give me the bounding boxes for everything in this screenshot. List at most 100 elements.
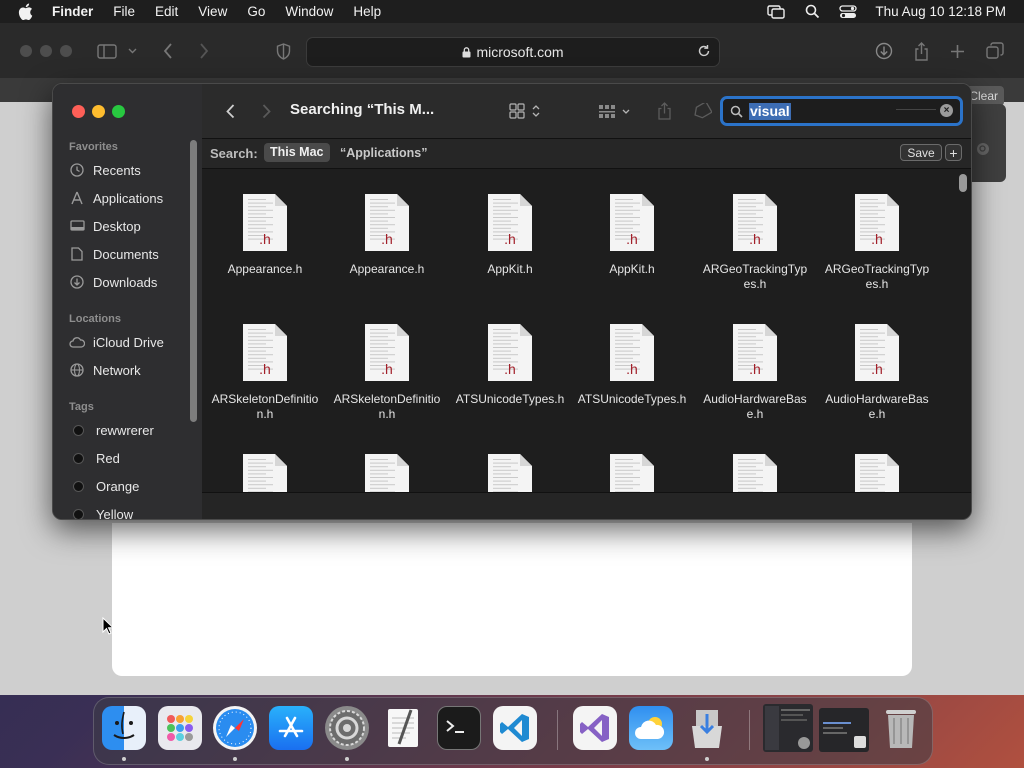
menubar-clock[interactable]: Thu Aug 10 12:18 PM (875, 4, 1006, 19)
results-scrollbar[interactable] (959, 174, 967, 192)
dock-terminal-icon[interactable] (437, 706, 481, 750)
sidebar-tag-rewwrerer[interactable]: rewwrerer (69, 418, 154, 442)
menu-help[interactable]: Help (353, 4, 381, 19)
running-indicator (705, 757, 709, 761)
file-item[interactable]: .h ATSUnicodeTypes.h (577, 323, 687, 407)
dock-finder-icon[interactable] (102, 706, 146, 750)
screen-mirroring-icon[interactable] (767, 4, 786, 19)
add-criteria-button[interactable]: + (945, 144, 962, 161)
minimize-window-button[interactable] (40, 45, 52, 57)
sidebar-item-label: Recents (93, 162, 141, 178)
menu-view[interactable]: View (198, 4, 227, 19)
apple-menu-icon[interactable] (18, 3, 36, 20)
close-window-button[interactable] (20, 45, 32, 57)
clear-search-icon[interactable]: × (940, 104, 953, 117)
menu-file[interactable]: File (113, 4, 135, 19)
sidebar-item-recents[interactable]: Recents (69, 158, 141, 182)
dock-minimized-window-icon[interactable] (819, 708, 869, 752)
dock-weather-icon[interactable] (629, 706, 673, 750)
close-button[interactable] (72, 105, 85, 118)
downloads-icon[interactable] (873, 40, 895, 62)
tag-color-dot (73, 480, 84, 492)
sidebar-toggle-icon[interactable] (96, 40, 118, 62)
share-icon[interactable] (910, 40, 932, 62)
file-item[interactable]: .h Appearance.h (332, 193, 442, 277)
address-bar-url: microsoft.com (476, 44, 564, 60)
file-item[interactable]: .h AudioHardwareBase.h (700, 323, 810, 422)
sidebar-item-applications[interactable]: Applications (69, 186, 163, 210)
share-icon[interactable] (654, 100, 674, 122)
file-item[interactable]: .h AudioHardwareBase.h (822, 323, 932, 422)
menu-go[interactable]: Go (247, 4, 265, 19)
dock-installer-icon[interactable] (685, 706, 729, 750)
search-icon (730, 105, 743, 123)
desktop-icon (69, 218, 85, 234)
spotlight-search-icon[interactable] (803, 4, 821, 19)
minimize-button[interactable] (92, 105, 105, 118)
sidebar-item-downloads[interactable]: Downloads (69, 270, 157, 294)
sidebar-tag-orange[interactable]: Orange (69, 474, 139, 498)
file-item[interactable]: .h ARSkeletonDefinition.h (332, 323, 442, 422)
dock-vscode-icon[interactable] (493, 706, 537, 750)
file-item[interactable]: .h ARGeoTrackingTypes.h (822, 193, 932, 292)
dock-textedit-icon[interactable] (381, 706, 425, 750)
header-file-icon: .h (854, 193, 900, 252)
zoom-button[interactable] (112, 105, 125, 118)
menu-edit[interactable]: Edit (155, 4, 178, 19)
sidebar-item-network[interactable]: Network (69, 358, 141, 382)
new-tab-icon[interactable] (946, 40, 968, 62)
file-name: AudioHardwareBase.h (825, 392, 929, 421)
dock-safari-icon[interactable] (213, 706, 257, 750)
scope-applications-button[interactable]: “Applications” (340, 146, 428, 160)
sidebar-scrollbar[interactable] (190, 140, 197, 422)
sidebar-item-documents[interactable]: Documents (69, 242, 159, 266)
file-item[interactable] (822, 453, 932, 492)
reload-icon[interactable] (697, 44, 711, 61)
sidebar-item-icloud-drive[interactable]: iCloud Drive (69, 330, 164, 354)
file-item[interactable] (332, 453, 442, 492)
tab-overview-icon[interactable] (984, 40, 1006, 62)
scope-this-mac-button[interactable]: This Mac (264, 143, 330, 162)
svg-text:.h: .h (749, 231, 761, 247)
file-item[interactable]: .h ARSkeletonDefinition.h (210, 323, 320, 422)
file-item[interactable]: .h AppKit.h (577, 193, 687, 277)
search-field[interactable]: visual × (720, 96, 963, 126)
file-item[interactable] (210, 453, 320, 492)
header-file-icon: .h (487, 193, 533, 252)
tag-icon[interactable] (690, 100, 714, 122)
save-search-button[interactable]: Save (900, 144, 942, 161)
dock-minimized-window-icon[interactable] (763, 704, 813, 752)
dock-trash-icon[interactable] (879, 706, 923, 750)
file-item[interactable] (577, 453, 687, 492)
file-item[interactable]: .h ARGeoTrackingTypes.h (700, 193, 810, 292)
sidebar-tag-red[interactable]: Red (69, 446, 120, 470)
dock-app-store-icon[interactable] (269, 706, 313, 750)
file-name: ATSUnicodeTypes.h (455, 392, 565, 406)
menu-app-name[interactable]: Finder (52, 4, 93, 19)
sidebar-tag-yellow[interactable]: Yellow (69, 502, 133, 519)
privacy-shield-icon[interactable] (272, 40, 294, 62)
forward-icon[interactable] (258, 100, 274, 122)
sidebar-item-label: Documents (93, 246, 159, 262)
file-item[interactable]: .h AppKit.h (455, 193, 565, 277)
dock-system-settings-icon[interactable] (325, 706, 369, 750)
tag-color-dot (73, 508, 84, 519)
view-mode-grid-icon[interactable] (509, 100, 545, 122)
file-item[interactable] (455, 453, 565, 492)
group-by-icon[interactable] (598, 100, 634, 122)
dock-visual-studio-icon[interactable] (573, 706, 617, 750)
running-indicator (233, 757, 237, 761)
file-item[interactable]: .h ATSUnicodeTypes.h (455, 323, 565, 407)
forward-icon[interactable] (193, 40, 215, 62)
menu-window[interactable]: Window (285, 4, 333, 19)
sidebar-item-desktop[interactable]: Desktop (69, 214, 141, 238)
file-item[interactable]: .h Appearance.h (210, 193, 320, 277)
back-icon[interactable] (157, 40, 179, 62)
control-center-icon[interactable] (839, 4, 858, 19)
dock-launchpad-icon[interactable] (158, 706, 202, 750)
zoom-window-button[interactable] (60, 45, 72, 57)
file-item[interactable] (700, 453, 810, 492)
address-bar[interactable]: microsoft.com (306, 37, 720, 67)
chevron-down-icon[interactable] (125, 40, 139, 62)
back-icon[interactable] (222, 100, 238, 122)
